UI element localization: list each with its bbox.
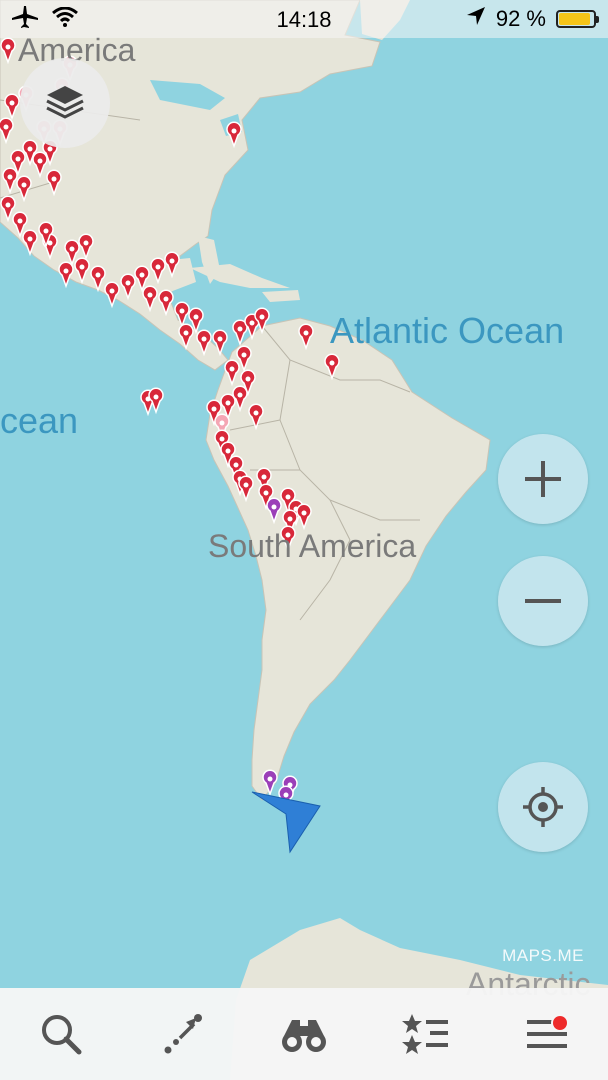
battery-percent: 92 % (495, 6, 546, 31)
battery-icon (556, 10, 599, 28)
status-right: 92 % (466, 6, 599, 32)
bottom-navigation-bar (0, 988, 608, 1080)
bookmarks-icon (401, 1014, 448, 1054)
search-icon (41, 1015, 82, 1055)
plus-icon (525, 461, 561, 497)
search-tab-button[interactable] (21, 994, 101, 1074)
menu-tab-button[interactable] (507, 994, 587, 1074)
route-icon (164, 1014, 203, 1054)
crosshair-icon (523, 787, 563, 827)
bookmarks-tab-button[interactable] (386, 994, 466, 1074)
label-atlantic-ocean: Atlantic Ocean (330, 310, 565, 351)
location-arrow-icon (466, 6, 486, 32)
route-tab-button[interactable] (142, 994, 222, 1074)
minus-icon (525, 599, 561, 603)
discovery-tab-button[interactable] (264, 994, 344, 1074)
zoom-out-button[interactable] (498, 556, 588, 646)
discovery-binoculars-icon (281, 1020, 326, 1052)
label-pacific-ocean: cean (0, 400, 79, 441)
status-bar: 14:18 92 % (0, 0, 608, 38)
maps-me-watermark: MAPS.ME (502, 946, 584, 965)
layers-icon (46, 86, 84, 119)
label-south-america: South America (208, 528, 417, 564)
layers-button[interactable] (20, 58, 110, 148)
zoom-in-button[interactable] (498, 434, 588, 524)
my-position-button[interactable] (498, 762, 588, 852)
battery-fill (559, 13, 591, 25)
